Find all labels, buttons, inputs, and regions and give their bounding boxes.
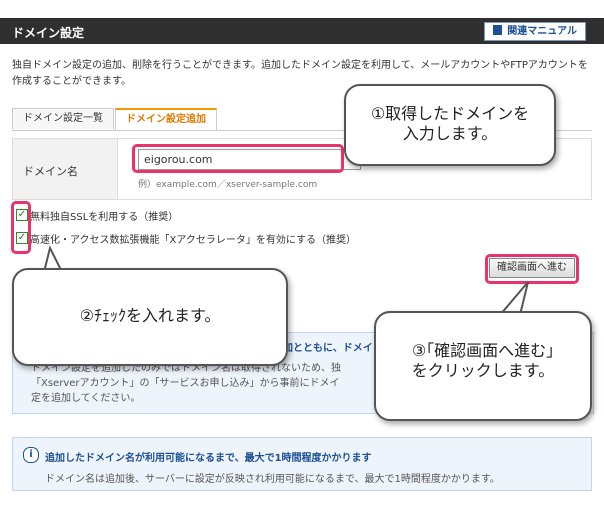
callout-input-domain-text: ①取得したドメインを 入力します。 <box>370 104 530 143</box>
ssl-checkbox-label: 無料独自SSLを利用する（推奨） <box>30 212 179 223</box>
manual-button-label: 関連マニュアル <box>507 26 577 37</box>
highlight-domain-input <box>132 144 344 173</box>
manual-button[interactable]: 関連マニュアル <box>484 22 586 41</box>
domain-example: 例）example.com／xserver-sample.com <box>138 180 318 190</box>
accelerator-checkbox[interactable]: ✓ 高速化・アクセス数拡張機能「Xアクセラレータ」を有効にする（推奨） <box>16 231 576 246</box>
tab-domain-add[interactable]: ドメイン設定追加 <box>115 108 217 131</box>
callout-check-text: ②ﾁｪｯｸを入れます。 <box>79 306 221 325</box>
callout-confirm: ③｢確認画面へ進む｣ をクリックします。 <box>374 311 592 421</box>
book-icon <box>493 25 503 35</box>
highlight-checkboxes <box>11 201 31 254</box>
callout-check: ②ﾁｪｯｸを入れます。 <box>12 268 288 366</box>
highlight-confirm-button <box>485 254 579 284</box>
page-header: ドメイン設定 関連マニュアル <box>0 18 604 44</box>
tab-domain-list[interactable]: ドメイン設定一覧 <box>12 108 114 129</box>
callout-input-domain: ①取得したドメインを 入力します。 <box>344 84 556 166</box>
domain-label: ドメイン名 <box>23 165 78 178</box>
page-title: ドメイン設定 <box>12 26 85 40</box>
notice-heading: 加とともに、ドメイ <box>283 343 373 354</box>
callout-confirm-text: ③｢確認画面へ進む｣ をクリックします。 <box>411 341 555 380</box>
info-box: i 追加したドメイン名が利用可能になるまで、最大で1時間程度かかります ドメイン… <box>12 437 592 491</box>
accelerator-checkbox-label: 高速化・アクセス数拡張機能「Xアクセラレータ」を有効にする（推奨） <box>30 235 356 246</box>
ssl-checkbox[interactable]: ✓ 無料独自SSLを利用する（推奨） <box>16 208 576 223</box>
info-heading: 追加したドメイン名が利用可能になるまで、最大で1時間程度かかります <box>45 453 372 464</box>
info-icon: i <box>23 447 39 463</box>
info-text: ドメイン名は追加後、サーバーに設定が反映され利用可能になるまで、最大で1時間程度… <box>45 474 500 485</box>
domain-label-cell: ドメイン名 <box>13 139 118 199</box>
